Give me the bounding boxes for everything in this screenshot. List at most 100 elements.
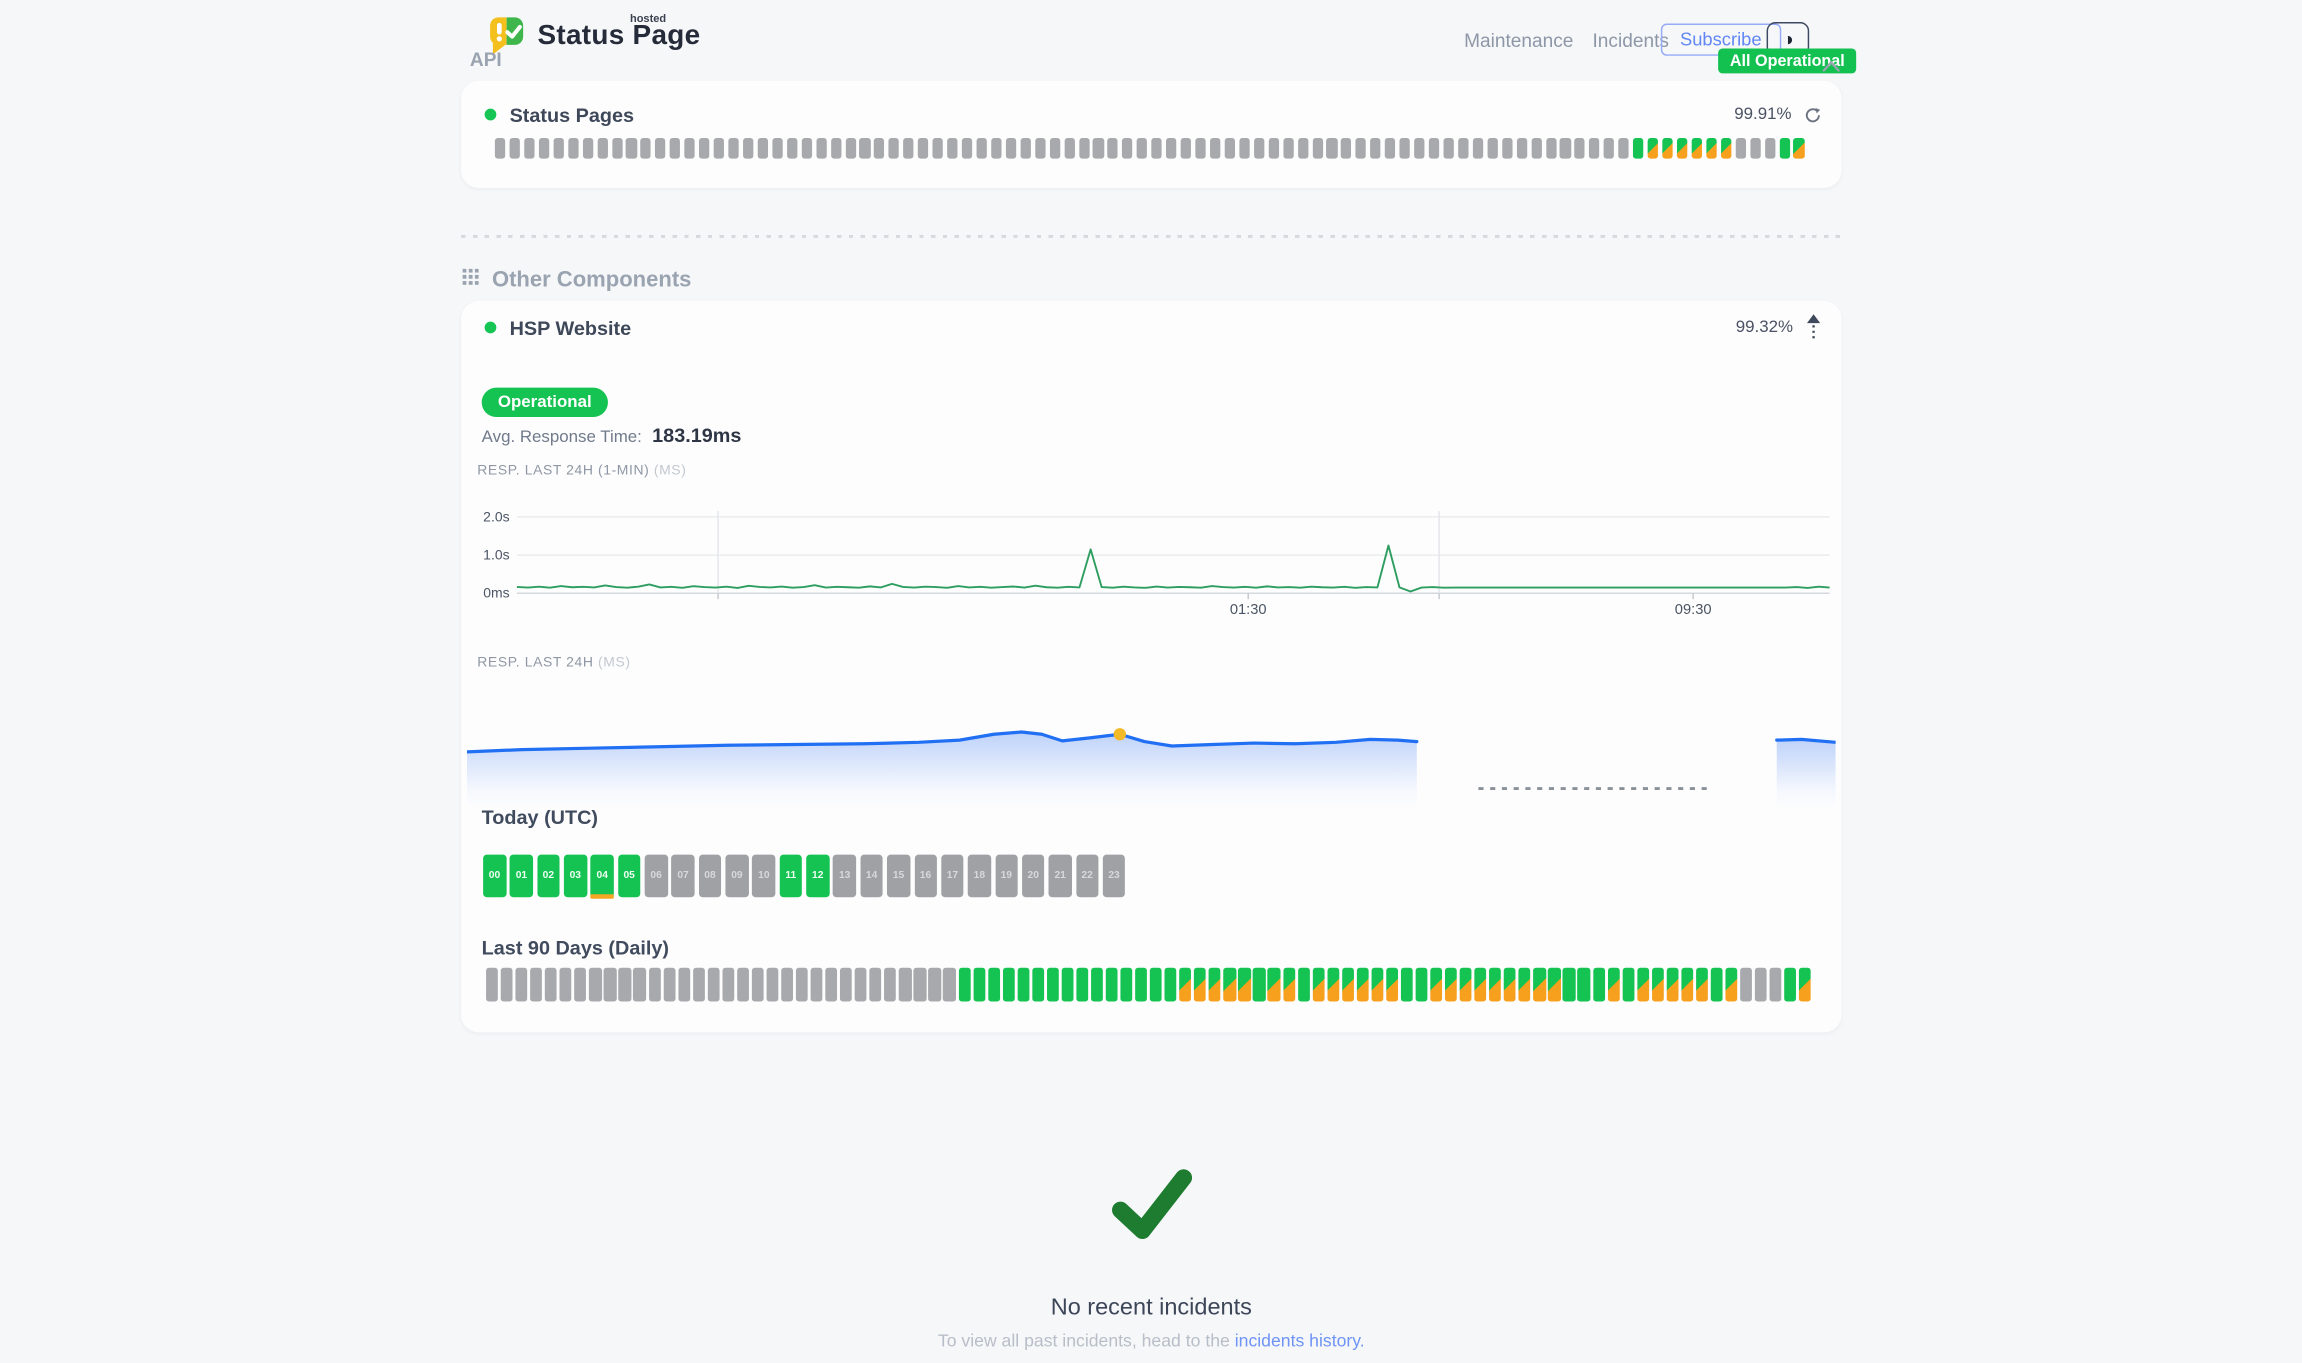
uptime-bar[interactable] <box>1283 138 1293 159</box>
day-bar[interactable] <box>1755 968 1767 1002</box>
uptime-bar[interactable] <box>1327 138 1337 159</box>
uptime-bar[interactable] <box>1356 138 1366 159</box>
day-bar[interactable] <box>1593 968 1605 1002</box>
uptime-bar[interactable] <box>918 138 928 159</box>
day-bar[interactable] <box>619 968 631 1002</box>
uptime-bar[interactable] <box>1020 138 1030 159</box>
day-bar[interactable] <box>825 968 837 1002</box>
day-bar[interactable] <box>1637 968 1649 1002</box>
uptime-bar[interactable] <box>1589 138 1599 159</box>
day-bar[interactable] <box>678 968 690 1002</box>
day-bar[interactable] <box>737 968 749 1002</box>
day-bar[interactable] <box>1002 968 1014 1002</box>
uptime-bar[interactable] <box>1473 138 1483 159</box>
uptime-bar[interactable] <box>743 138 753 159</box>
uptime-bar[interactable] <box>1298 138 1308 159</box>
uptime-bar[interactable] <box>1400 138 1410 159</box>
uptime-bar[interactable] <box>699 138 709 159</box>
hour-block-06[interactable]: 06 <box>645 855 668 898</box>
uptime-bar[interactable] <box>1560 138 1570 159</box>
day-bar[interactable] <box>634 968 646 1002</box>
uptime-bar[interactable] <box>1721 138 1731 159</box>
uptime-bar[interactable] <box>1794 138 1804 159</box>
nav-incidents[interactable]: Incidents <box>1593 29 1669 51</box>
day-bar[interactable] <box>1416 968 1428 1002</box>
uptime-bar[interactable] <box>1049 138 1059 159</box>
day-bar[interactable] <box>589 968 601 1002</box>
hour-block-09[interactable]: 09 <box>726 855 749 898</box>
day-bar[interactable] <box>1371 968 1383 1002</box>
hour-block-23[interactable]: 23 <box>1103 855 1126 898</box>
uptime-bar[interactable] <box>655 138 665 159</box>
uptime-bar[interactable] <box>1108 138 1118 159</box>
uptime-bar[interactable] <box>1341 138 1351 159</box>
uptime-bar[interactable] <box>1429 138 1439 159</box>
day-bar[interactable] <box>486 968 498 1002</box>
day-bar[interactable] <box>1165 968 1177 1002</box>
uptime-bar[interactable] <box>1181 138 1191 159</box>
uptime-bar[interactable] <box>947 138 957 159</box>
uptime-bar[interactable] <box>1487 138 1497 159</box>
day-bar[interactable] <box>516 968 528 1002</box>
uptime-bar[interactable] <box>641 138 651 159</box>
day-bar[interactable] <box>1268 968 1280 1002</box>
day-bar[interactable] <box>575 968 587 1002</box>
uptime-bar[interactable] <box>903 138 913 159</box>
day-bar[interactable] <box>1017 968 1029 1002</box>
day-bar[interactable] <box>973 968 985 1002</box>
uptime-bar[interactable] <box>1502 138 1512 159</box>
day-bar[interactable] <box>1224 968 1236 1002</box>
uptime-bar[interactable] <box>714 138 724 159</box>
hour-block-22[interactable]: 22 <box>1076 855 1099 898</box>
hour-block-19[interactable]: 19 <box>995 855 1018 898</box>
day-bar[interactable] <box>1740 968 1752 1002</box>
day-bar[interactable] <box>1519 968 1531 1002</box>
day-bar[interactable] <box>1253 968 1265 1002</box>
day-bar[interactable] <box>1607 968 1619 1002</box>
hour-block-04[interactable]: 04 <box>591 855 614 898</box>
uptime-bar[interactable] <box>1137 138 1147 159</box>
day-bar[interactable] <box>1312 968 1324 1002</box>
uptime-bar[interactable] <box>1735 138 1745 159</box>
day-bar[interactable] <box>1430 968 1442 1002</box>
uptime-bar[interactable] <box>1414 138 1424 159</box>
uptime-bar[interactable] <box>1312 138 1322 159</box>
uptime-bar[interactable] <box>1254 138 1264 159</box>
uptime-bar[interactable] <box>1706 138 1716 159</box>
day-bar[interactable] <box>1120 968 1132 1002</box>
uptime-bar[interactable] <box>1531 138 1541 159</box>
uptime-bar[interactable] <box>1750 138 1760 159</box>
day-bar[interactable] <box>943 968 955 1002</box>
hour-block-14[interactable]: 14 <box>860 855 883 898</box>
uptime-bar[interactable] <box>1210 138 1220 159</box>
day-bar[interactable] <box>781 968 793 1002</box>
uptime-bar[interactable] <box>582 138 592 159</box>
uptime-bar[interactable] <box>1225 138 1235 159</box>
day-bar[interactable] <box>929 968 941 1002</box>
hour-block-08[interactable]: 08 <box>699 855 722 898</box>
uptime-bar[interactable] <box>1122 138 1132 159</box>
day-bar[interactable] <box>766 968 778 1002</box>
hour-block-07[interactable]: 07 <box>672 855 695 898</box>
day-bar[interactable] <box>1460 968 1472 1002</box>
uptime-bar[interactable] <box>976 138 986 159</box>
day-bar[interactable] <box>1799 968 1811 1002</box>
uptime-bar[interactable] <box>612 138 622 159</box>
hour-block-05[interactable]: 05 <box>618 855 641 898</box>
hour-block-03[interactable]: 03 <box>564 855 587 898</box>
uptime-bar[interactable] <box>685 138 695 159</box>
day-bar[interactable] <box>1725 968 1737 1002</box>
uptime-bar[interactable] <box>553 138 563 159</box>
hour-block-18[interactable]: 18 <box>968 855 991 898</box>
uptime-bar[interactable] <box>1633 138 1643 159</box>
uptime-bar[interactable] <box>728 138 738 159</box>
day-bar[interactable] <box>1475 968 1487 1002</box>
day-bar[interactable] <box>1357 968 1369 1002</box>
uptime-bar[interactable] <box>539 138 549 159</box>
day-bar[interactable] <box>1179 968 1191 1002</box>
nav-maintenance[interactable]: Maintenance <box>1464 29 1573 51</box>
day-bar[interactable] <box>1548 968 1560 1002</box>
day-bar[interactable] <box>707 968 719 1002</box>
day-bar[interactable] <box>1194 968 1206 1002</box>
day-bar[interactable] <box>1666 968 1678 1002</box>
